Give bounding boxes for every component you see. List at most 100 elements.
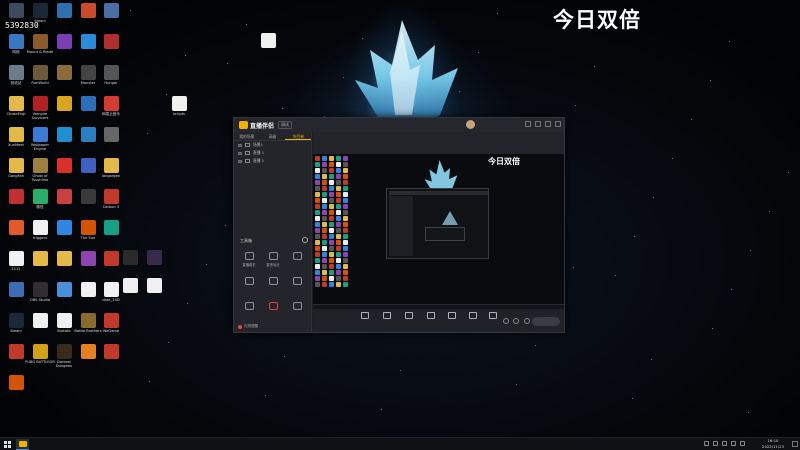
preview-icon [322,252,327,257]
desktop-icon[interactable] [139,250,169,275]
preview-icon [329,198,334,203]
control-button[interactable] [355,312,375,321]
preview-icon [315,222,320,227]
desktop-icon[interactable] [96,220,126,245]
desktop-icon[interactable] [96,127,126,152]
desktop-icon[interactable] [96,34,126,59]
gift-hint[interactable]: 礼物提醒 [238,324,258,329]
control-button[interactable] [399,312,419,321]
folder-icon [32,251,48,266]
control-button[interactable] [483,312,503,321]
toolbox-item[interactable]: 更多玩法 [261,252,285,267]
desktop-icon[interactable]: Carbon 3 [96,189,126,214]
preview-icon [322,162,327,167]
go-live-button[interactable] [532,317,560,326]
windows-start-icon[interactable] [4,441,11,448]
user-avatar[interactable] [466,120,475,129]
control-button[interactable] [463,312,483,321]
desktop-icon-label: langorgen [101,174,121,178]
toolbox-item[interactable] [285,252,309,262]
desktop-icon[interactable] [96,3,126,28]
app-icon [8,3,24,18]
preview-icon [315,258,320,263]
toolbox-item[interactable] [237,277,261,287]
tab-program[interactable]: 节目单 [285,132,312,140]
file-icon [171,96,187,111]
recycle-bin-icon [8,65,24,80]
tool-icon [292,277,302,285]
stream-assistant-window[interactable]: 直播伴侣 测试 我的场景 高级 节目单 场景1 直播 1 直播 1 工具箱 直播… [233,117,565,333]
desktop-icon[interactable]: WeGame [96,313,126,338]
toolbox-item[interactable] [237,302,261,312]
desktop-icon[interactable] [139,278,169,303]
scene-item[interactable]: 场景1 [234,141,311,149]
version-badge[interactable]: 测试 [278,121,293,129]
preview-icon [329,186,334,191]
visibility-icon[interactable] [238,143,242,147]
mic-icon[interactable] [503,318,509,324]
control-icon [448,312,456,319]
toolbox-item[interactable] [285,302,309,312]
preview-icon [336,270,341,275]
taskbar-clock[interactable]: 16:10 2022/11/23 [758,438,788,449]
scene-item[interactable]: 直播 1 [234,157,311,165]
preview-icon [315,234,320,239]
tool-icon [292,252,302,260]
toolbox-item[interactable]: 直播助手 [237,252,261,267]
preview-icon [336,222,341,227]
preview-icon [322,222,327,227]
wallpaper-star [225,225,226,226]
toolbox-settings-icon[interactable] [302,237,308,243]
preview-icon [329,252,334,257]
speaker-icon[interactable] [513,318,519,324]
double-reward-overlay: 今日双倍 [553,8,641,32]
control-button[interactable] [442,312,462,321]
preview-icon [329,258,334,263]
visibility-icon[interactable] [238,151,242,155]
preview-icon [336,174,341,179]
desktop-icon[interactable]: Hunger [96,65,126,90]
desktop-icon[interactable] [1,375,31,400]
preview-icon [322,228,327,233]
stream-preview[interactable]: 今日双倍 [313,154,564,309]
close-icon[interactable] [555,121,561,127]
folder-icon [8,96,24,111]
notification-center-icon[interactable] [792,441,798,447]
desktop-icon[interactable]: scripts [164,96,194,121]
tab-advanced[interactable]: 高级 [260,132,286,140]
obs-icon [32,282,48,297]
control-icon [361,312,369,319]
preview-icon [315,162,320,167]
control-button[interactable] [377,312,397,321]
network-icon[interactable] [713,441,718,446]
tray-chevron-icon[interactable] [704,441,709,446]
scene-item[interactable]: 直播 1 [234,149,311,157]
wallpaper-crystal [355,20,458,130]
maximize-icon[interactable] [545,121,551,127]
settings-icon[interactable] [524,318,530,324]
preview-icon [336,210,341,215]
system-tray [704,441,745,446]
visibility-icon[interactable] [238,159,242,163]
taskbar-stream-app-button[interactable] [16,439,29,450]
preview-icon [322,234,327,239]
volume-icon[interactable] [722,441,727,446]
settings-icon[interactable] [525,121,531,127]
toolbox-item[interactable] [261,277,285,287]
preview-icon [336,228,341,233]
desktop-icon[interactable]: 网易云音乐 [96,96,126,121]
language-icon[interactable] [740,441,745,446]
desktop-icon[interactable] [96,344,126,369]
file-icon [80,282,96,297]
desktop-icon[interactable]: langorgen [96,158,126,183]
ime-icon[interactable] [731,441,736,446]
toolbox-item[interactable] [285,277,309,287]
preview-icon [343,234,348,239]
preview-icon [336,156,341,161]
app-titlebar[interactable]: 直播伴侣 测试 [234,118,564,132]
control-button[interactable] [421,312,441,321]
toolbox-item[interactable] [261,302,285,312]
tab-my-scenes[interactable]: 我的场景 [234,132,260,140]
desktop-icon[interactable] [253,33,283,58]
minimize-icon[interactable] [535,121,541,127]
